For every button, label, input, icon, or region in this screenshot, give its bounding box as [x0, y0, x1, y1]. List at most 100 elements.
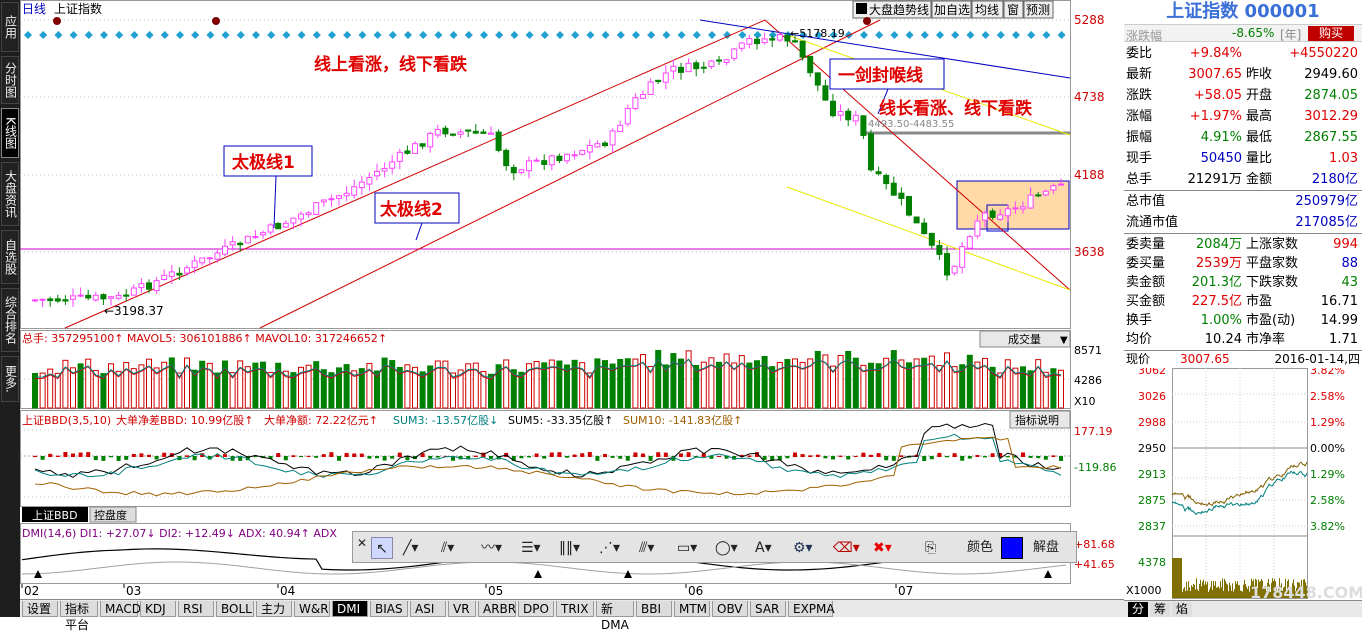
- indicator-tab[interactable]: RSI: [178, 601, 214, 617]
- mini-vol-bar: [1196, 578, 1197, 598]
- low-price-label: ←3198.37: [104, 304, 164, 318]
- mini-vol-bar: [1199, 583, 1200, 598]
- indicator-tab[interactable]: VR: [448, 601, 476, 617]
- indicator-tab[interactable]: BIAS: [370, 601, 408, 617]
- candle-body: [959, 246, 966, 268]
- mini-vol-bar: [1236, 583, 1237, 598]
- indicator-tab[interactable]: 主力: [256, 601, 292, 617]
- indicator-tab[interactable]: ASI: [410, 601, 446, 617]
- bbd-bar: [983, 456, 987, 458]
- rectangle-tool-icon[interactable]: ▭▾: [677, 537, 697, 559]
- candle-body: [890, 182, 897, 196]
- indicator-tab[interactable]: 指标平台: [60, 601, 98, 632]
- candle-body: [168, 271, 175, 277]
- indicator-tab[interactable]: 新DMA: [596, 601, 634, 632]
- mini-vol-bar: [1182, 591, 1183, 598]
- indicator-tab[interactable]: EXPMA: [788, 601, 835, 617]
- mini-vol-bar: [1212, 589, 1213, 598]
- indicator-tab[interactable]: DMI: [332, 601, 368, 617]
- parallel-line-icon[interactable]: ⫽▾: [441, 537, 454, 559]
- mini-vol-bar: [1177, 558, 1178, 598]
- mini-vol-bar: [1222, 578, 1223, 598]
- tab-chips[interactable]: 筹: [1150, 602, 1170, 617]
- nav-apps[interactable]: 应用: [1, 2, 19, 52]
- quote-title: 上证指数 000001: [1166, 1, 1320, 22]
- candle-body: [617, 124, 624, 132]
- indicator-tab[interactable]: TRIX: [556, 601, 594, 617]
- quote-value: +4550220: [1289, 46, 1358, 61]
- volume-tick: 8571: [1074, 344, 1102, 357]
- circle-tool-icon[interactable]: ◯▾: [715, 537, 738, 559]
- eraser-icon[interactable]: ⌫▾: [833, 537, 860, 559]
- mini-vol-bar: [1227, 584, 1228, 598]
- indicator-tab[interactable]: BBI: [636, 601, 672, 617]
- candle-body: [738, 42, 745, 49]
- unlock-button[interactable]: 解盘: [1033, 537, 1059, 559]
- kline-chart-area[interactable]: 5288 4738 4188 3638 日线 上证指数 大盘趋势线 加自选 均线…: [20, 0, 1124, 599]
- stat-row: 买金额 227.5亿 市盈 16.71: [1126, 292, 1360, 311]
- nav-more[interactable]: 更多.: [1, 356, 19, 402]
- candle-body: [358, 181, 365, 189]
- wave-tool-icon[interactable]: 〰▾: [481, 537, 502, 559]
- candle-body: [434, 129, 441, 136]
- indicator-tab[interactable]: W&R: [294, 601, 330, 617]
- color-label: 颜色: [967, 540, 994, 555]
- mini-vol-bar: [1235, 581, 1236, 598]
- indicator-tab[interactable]: OBV: [712, 601, 748, 617]
- stat-value: 227.5亿: [1191, 294, 1242, 309]
- quote-value: 2874.05: [1304, 88, 1358, 103]
- indicator-tab[interactable]: KDJ: [140, 601, 176, 617]
- candle-body: [176, 272, 183, 276]
- indicator-tab[interactable]: MTM: [674, 601, 710, 617]
- nav-intraday[interactable]: 分时图: [1, 56, 19, 104]
- color-swatch[interactable]: [1001, 537, 1023, 559]
- buy-button[interactable]: 购买: [1308, 26, 1354, 41]
- indicator-tab[interactable]: ARBR: [478, 601, 516, 617]
- settings-gear-icon[interactable]: ⚙▾: [793, 537, 813, 559]
- mini-pct-tick: 1.29%: [1310, 468, 1345, 481]
- cap-value: 217085亿: [1295, 215, 1358, 230]
- candle-body: [495, 131, 502, 151]
- mini-vol-bar: [1172, 558, 1173, 598]
- vertical-lines-icon[interactable]: ‖‖▾: [559, 537, 580, 559]
- candle-body: [47, 298, 54, 302]
- candle-body: [290, 217, 297, 224]
- nav-watchlist[interactable]: 自选股: [1, 230, 19, 284]
- tab-flame[interactable]: 焰: [1172, 602, 1192, 617]
- indicator-tab[interactable]: DPO: [518, 601, 554, 617]
- fan-tool-icon[interactable]: ⋰▾: [599, 537, 620, 559]
- indicator-tab[interactable]: MACD: [100, 601, 141, 617]
- cursor-icon[interactable]: ↖: [371, 537, 393, 559]
- bbd-bar: [846, 456, 851, 460]
- indicator-tab-bar: 设置 指标平台 MACD KDJ RSI BOLL 主力 W&R DMI BIAS ASI VR ARB…: [20, 599, 1124, 632]
- mini-price-tick: 2837: [1138, 520, 1166, 533]
- mini-vol-bar: [1233, 591, 1234, 598]
- line-tool-icon[interactable]: ╱▾: [403, 537, 418, 559]
- indicator-tab[interactable]: BOLL: [216, 601, 254, 617]
- candle-body: [282, 222, 289, 228]
- intraday-mini-chart[interactable]: 3062 3026 2988 2950 2913 2875 2837 3.82%…: [1124, 368, 1362, 600]
- fibonacci-icon[interactable]: ☰▾: [521, 537, 541, 559]
- nav-kline[interactable]: K线图: [1, 108, 19, 158]
- channel-tool-icon[interactable]: ⫻▾: [639, 537, 654, 559]
- nav-ranking[interactable]: 综合排名: [1, 288, 19, 352]
- bbd-bar: [679, 453, 683, 457]
- year-unit[interactable]: [年]: [1280, 26, 1301, 43]
- delete-icon[interactable]: ✖▾: [873, 537, 892, 559]
- tab-intraday[interactable]: 分: [1128, 602, 1148, 617]
- bbd-bar: [869, 454, 873, 457]
- nav-market-news[interactable]: 大盘资讯: [1, 162, 19, 226]
- candle-body: [776, 34, 783, 41]
- bbd-bar: [154, 456, 159, 460]
- period-label[interactable]: 日线: [22, 2, 46, 16]
- stat-value: 10.24: [1204, 332, 1242, 347]
- indicator-tab[interactable]: 设置: [22, 601, 58, 617]
- mini-vol-bar: [1200, 579, 1201, 598]
- candle-body: [328, 198, 335, 201]
- indicator-tab[interactable]: SAR: [750, 601, 786, 617]
- close-icon[interactable]: ✕: [357, 532, 367, 554]
- bbd-bar: [63, 452, 68, 457]
- text-tool-icon[interactable]: A▾: [755, 537, 772, 559]
- save-drawing-icon[interactable]: ⎘: [925, 537, 936, 559]
- candle-body: [966, 236, 973, 249]
